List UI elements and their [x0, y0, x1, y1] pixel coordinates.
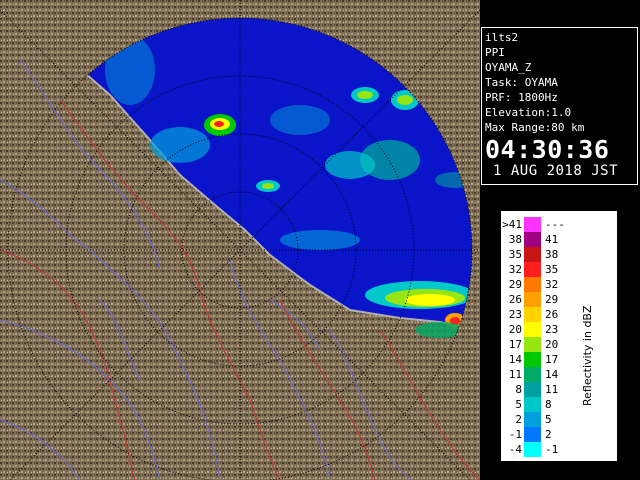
radar-ppi-display[interactable] — [0, 0, 480, 480]
legend-upper-label: 38 — [545, 248, 559, 261]
legend-row: 29 32 — [501, 277, 571, 292]
legend-lower-label: 20 — [508, 323, 522, 336]
legend-row: 26 29 — [501, 292, 571, 307]
legend-upper-label: 29 — [545, 293, 559, 306]
legend-color-swatch — [524, 382, 541, 397]
legend-lower-label: 23 — [508, 308, 522, 321]
legend-row: 20 23 — [501, 322, 571, 337]
legend-row: 58 — [501, 397, 571, 412]
legend-row: 35 38 — [501, 247, 571, 262]
legend-lower-label: 11 — [508, 368, 522, 381]
legend-color-swatch — [524, 262, 541, 277]
legend-upper-label: 8 — [545, 398, 552, 411]
legend-lower-label: 29 — [508, 278, 522, 291]
legend-lower-label: 32 — [508, 263, 522, 276]
legend-upper-label: 5 — [545, 413, 552, 426]
legend-upper-label: 11 — [545, 383, 559, 396]
legend-upper-label: 35 — [545, 263, 559, 276]
legend-color-swatch — [524, 217, 541, 232]
legend-lower-label: 26 — [508, 293, 522, 306]
legend-lower-label: 17 — [508, 338, 522, 351]
legend-color-swatch — [524, 397, 541, 412]
legend-lower-label: 35 — [508, 248, 522, 261]
legend-color-swatch — [524, 307, 541, 322]
legend-upper-label: 23 — [545, 323, 559, 336]
legend-color-swatch — [524, 232, 541, 247]
legend-row: 38 41 — [501, 232, 571, 247]
legend-lower-label: >41 — [502, 218, 522, 231]
legend-lower-label: 5 — [515, 398, 522, 411]
legend-row: 11 14 — [501, 367, 571, 382]
legend-row: 14 17 — [501, 352, 571, 367]
legend-lower-label: -1 — [508, 428, 522, 441]
legend-upper-label: 14 — [545, 368, 559, 381]
legend-color-swatch — [524, 352, 541, 367]
product-type: PPI — [485, 46, 505, 59]
legend-color-swatch — [524, 412, 541, 427]
legend-color-swatch — [524, 442, 541, 457]
legend-color-swatch — [524, 292, 541, 307]
legend-color-swatch — [524, 247, 541, 262]
legend-upper-label: -1 — [545, 443, 559, 456]
legend-upper-label: 32 — [545, 278, 559, 291]
reflectivity-legend: >41 --- 38 41 35 38 32 35 29 32 26 29 23 26 20 23 17 20 14… — [500, 210, 618, 462]
legend-color-swatch — [524, 322, 541, 337]
legend-color-swatch — [524, 277, 541, 292]
radar-info-box: ilts2 PPI OYAMA_Z Task: OYAMA PRF: 1800H… — [481, 27, 638, 185]
legend-upper-label: 17 — [545, 353, 559, 366]
legend-upper-label: 41 — [545, 233, 559, 246]
max-range-value: Max Range:80 km — [485, 121, 585, 134]
legend-row: -1 2 — [501, 427, 571, 442]
legend-upper-label: 2 — [545, 428, 552, 441]
site-name: OYAMA_Z — [485, 61, 532, 74]
legend-lower-label: 14 — [508, 353, 522, 366]
legend-lower-label: 38 — [508, 233, 522, 246]
legend-upper-label: --- — [545, 218, 565, 231]
legend-upper-label: 20 — [545, 338, 559, 351]
legend-row: 8 11 — [501, 382, 571, 397]
legend-row: 17 20 — [501, 337, 571, 352]
prf-value: PRF: 1800Hz — [485, 91, 558, 104]
radar-map — [0, 0, 480, 480]
legend-lower-label: 2 — [515, 413, 522, 426]
legend-lower-label: -4 — [508, 443, 522, 456]
legend-row: -4 -1 — [501, 442, 571, 457]
legend-row: >41 --- — [501, 217, 571, 232]
legend-title-wrap: Reflectivity in dBZ — [581, 305, 601, 426]
legend-row: 25 — [501, 412, 571, 427]
legend-row: 32 35 — [501, 262, 571, 277]
task-name: Task: OYAMA — [485, 76, 558, 89]
legend-upper-label: 26 — [545, 308, 559, 321]
info-side-panel: ilts2 PPI OYAMA_Z Task: OYAMA PRF: 1800H… — [480, 0, 640, 480]
legend-title: Reflectivity in dBZ — [581, 305, 594, 406]
legend-color-swatch — [524, 337, 541, 352]
observation-time: 04:30:36 — [485, 135, 610, 164]
elevation-value: Elevation:1.0 — [485, 106, 572, 119]
legend-color-swatch — [524, 427, 541, 442]
legend-color-swatch — [524, 367, 541, 382]
legend-lower-label: 8 — [515, 383, 522, 396]
program-name: ilts2 — [485, 31, 519, 44]
legend-row: 23 26 — [501, 307, 571, 322]
observation-date: 1 AUG 2018 JST — [493, 163, 619, 179]
